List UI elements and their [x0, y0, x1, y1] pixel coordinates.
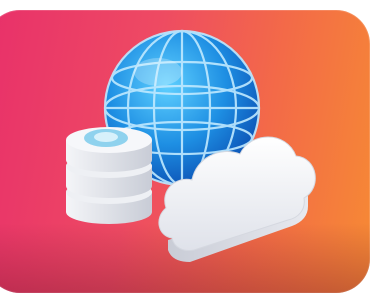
database-icon	[66, 127, 152, 224]
cloud-data-illustration	[66, 29, 316, 262]
